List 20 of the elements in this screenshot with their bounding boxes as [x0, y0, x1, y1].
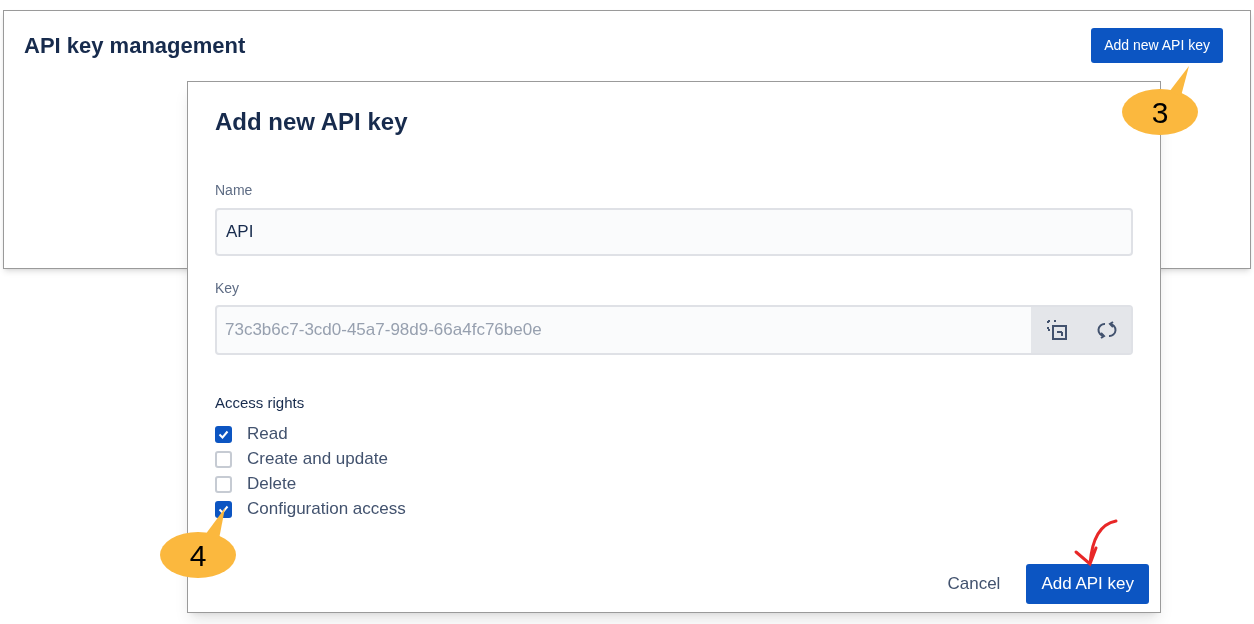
add-api-key-button[interactable]: Add API key	[1026, 564, 1149, 604]
checkbox[interactable]	[215, 500, 232, 518]
checkbox-label[interactable]: Configuration access	[247, 496, 406, 522]
checkbox[interactable]	[215, 425, 232, 443]
checkbox[interactable]	[215, 450, 232, 468]
checkbox-label[interactable]: Delete	[247, 471, 297, 497]
checkbox-label[interactable]: Read	[247, 421, 288, 447]
section-label: Access rights	[215, 393, 306, 413]
field-label: Name	[215, 181, 254, 200]
copy-icon[interactable]	[1045, 319, 1068, 341]
add-new-api-key-button[interactable]: Add new API key	[1091, 28, 1223, 63]
checkbox-label[interactable]: Create and update	[247, 446, 388, 472]
name-field[interactable]: API	[215, 208, 1133, 256]
field-label: Key	[215, 279, 241, 298]
dialog-title: Add new API key	[215, 107, 409, 137]
checkbox[interactable]	[215, 475, 232, 493]
cancel-button[interactable]: Cancel	[947, 571, 1001, 597]
check-icon	[218, 429, 229, 439]
refresh-icon[interactable]	[1096, 320, 1117, 340]
page-title: API key management	[24, 32, 246, 60]
